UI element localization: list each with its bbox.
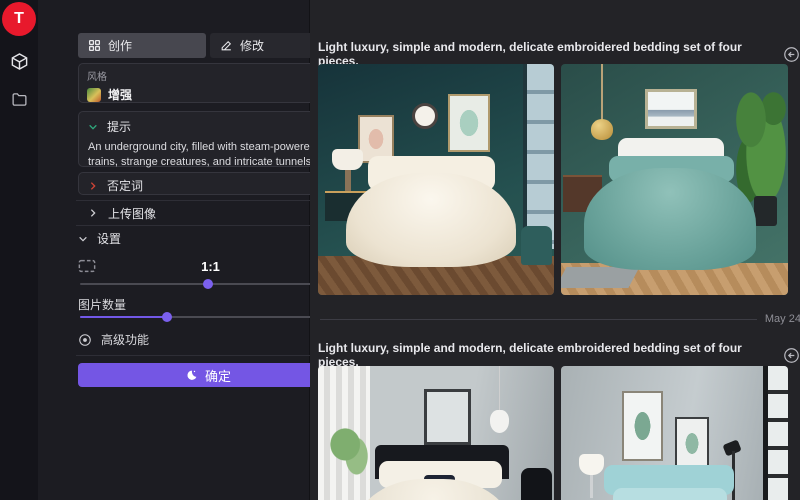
style-picker[interactable]: 风格 增强 xyxy=(78,63,338,103)
generation-prompt: Light luxury, simple and modern, delicat… xyxy=(318,341,800,369)
scene-chair xyxy=(521,468,552,500)
scene-lamp-base xyxy=(345,170,351,191)
generation-date: May 24, xyxy=(765,313,800,325)
advanced-features-label: 高级功能 xyxy=(101,331,149,348)
generated-image[interactable] xyxy=(318,366,554,500)
scene-window xyxy=(523,64,554,249)
scene-pendant-lamp xyxy=(591,119,614,140)
avatar[interactable]: T xyxy=(2,2,36,36)
control-panel: 创作 修改 风格 增强 xyxy=(38,0,310,500)
generation-prompt-text: Light luxury, simple and modern, delicat… xyxy=(318,341,771,369)
results-area: Light luxury, simple and modern, delicat… xyxy=(310,0,800,500)
scene-frame xyxy=(424,389,471,444)
app-rail: T xyxy=(0,0,38,500)
scene-lamp-base xyxy=(590,475,594,498)
image-count-row: 图片数量 4 xyxy=(78,296,338,313)
image-count-slider-thumb[interactable] xyxy=(162,312,172,322)
sidebar-item-generate[interactable] xyxy=(0,46,38,76)
sidebar-item-files[interactable] xyxy=(0,84,38,114)
generated-image[interactable] xyxy=(561,366,788,500)
scene-frame xyxy=(645,89,697,128)
style-label: 风格 xyxy=(87,68,329,83)
scene-window xyxy=(763,366,788,500)
aspect-ratio-value: 1:1 xyxy=(96,259,325,274)
cube-icon xyxy=(10,52,29,71)
style-value: 增强 xyxy=(108,86,311,103)
landscape-ratio-icon xyxy=(78,259,96,273)
generated-image[interactable] xyxy=(561,64,788,295)
divider-line xyxy=(320,319,757,320)
scene-bed xyxy=(584,168,757,270)
app-window: T xyxy=(0,0,800,500)
settings-header[interactable]: 设置 xyxy=(78,230,338,247)
image-count-slider[interactable] xyxy=(80,312,336,322)
arrow-left-circle-icon[interactable] xyxy=(783,46,800,63)
style-thumbnail xyxy=(87,88,101,102)
scene-pillows xyxy=(613,488,727,500)
prompt-section: 提示 An underground city, filled with stea… xyxy=(78,111,338,167)
confirm-label: 确定 xyxy=(205,366,231,385)
tab-create-label: 创作 xyxy=(108,37,132,54)
aspect-ratio-slider[interactable] xyxy=(80,279,336,289)
generation-images xyxy=(318,64,788,295)
chevron-right-icon xyxy=(88,181,98,191)
tab-create[interactable]: 创作 xyxy=(78,33,206,58)
generation-images xyxy=(318,366,788,500)
advanced-features-row[interactable]: 高级功能 xyxy=(78,331,338,348)
upload-image-row[interactable]: 上传图像 xyxy=(76,200,348,226)
tab-modify-label: 修改 xyxy=(240,37,264,54)
scene-lamp xyxy=(332,149,363,170)
settings-label: 设置 xyxy=(97,230,121,247)
grid-icon xyxy=(88,39,101,52)
chevron-down-icon xyxy=(88,122,98,132)
moon-icon xyxy=(185,369,198,382)
eye-icon xyxy=(78,333,92,347)
upload-label: 上传图像 xyxy=(108,205,156,222)
prompt-label: 提示 xyxy=(107,118,131,135)
image-count-label: 图片数量 xyxy=(78,296,331,313)
scene-plant-pot xyxy=(754,196,777,226)
chevron-down-icon xyxy=(78,234,88,244)
folder-icon xyxy=(11,91,28,108)
confirm-button[interactable]: 确定 xyxy=(78,363,338,387)
scene-plant xyxy=(330,428,368,474)
scene-rug xyxy=(561,267,639,288)
scene-lamp-cord xyxy=(499,366,500,412)
scene-plant xyxy=(736,92,786,203)
edit-icon xyxy=(220,39,233,52)
prompt-header[interactable]: 提示 xyxy=(88,118,328,135)
mode-tabs: 创作 修改 xyxy=(78,33,338,58)
panel-divider xyxy=(76,355,348,356)
scene-frame xyxy=(448,94,490,152)
scene-chair xyxy=(521,226,552,265)
scene-bed xyxy=(346,173,516,268)
negative-label: 否定词 xyxy=(107,177,143,194)
scene-lamp xyxy=(579,454,604,475)
scene-frame xyxy=(675,417,709,470)
generation-date-divider: May 24, xyxy=(320,312,798,326)
scene-frame xyxy=(622,391,663,460)
generated-image[interactable] xyxy=(318,64,554,295)
scene-lamp-cord xyxy=(601,64,603,122)
arrow-left-circle-icon[interactable] xyxy=(783,347,800,364)
aspect-ratio-row: 1:1 xyxy=(78,255,338,277)
aspect-ratio-slider-thumb[interactable] xyxy=(203,279,213,289)
logo-letter: T xyxy=(14,10,24,28)
negative-section[interactable]: 否定词 xyxy=(78,172,338,195)
chevron-right-icon xyxy=(88,208,98,218)
